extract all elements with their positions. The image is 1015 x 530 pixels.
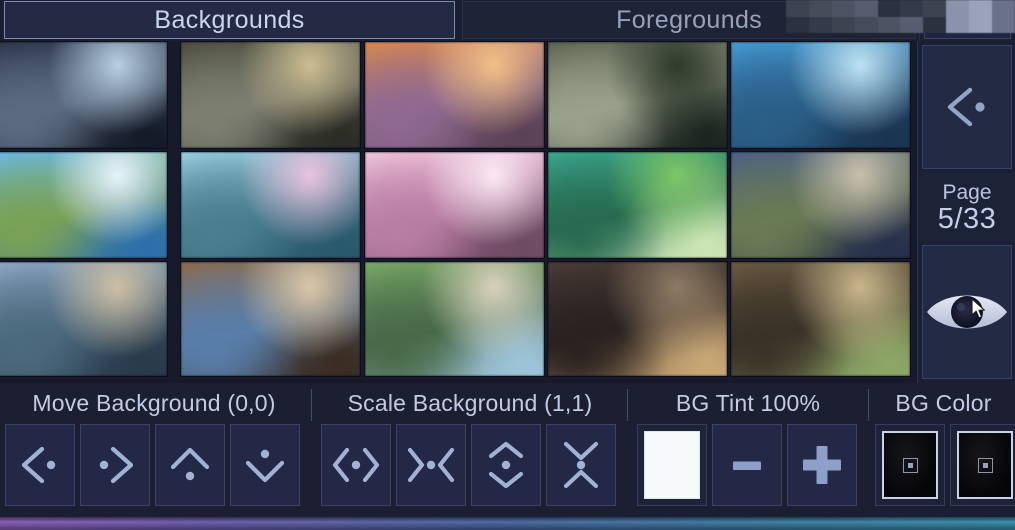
tab-foregrounds[interactable]: Foregrounds: [462, 1, 917, 39]
background-thumbnail[interactable]: [730, 261, 911, 377]
thumbnail-image: [0, 152, 167, 258]
toolbar-divider-3: [868, 389, 869, 421]
expand-vertical-icon: [488, 441, 524, 489]
background-controls-toolbar: Move Background (0,0) Scale Background (…: [0, 383, 1015, 517]
tab-backgrounds[interactable]: Backgrounds: [4, 1, 456, 39]
move-background-down-button[interactable]: [230, 424, 300, 506]
thumbnail-image: [181, 42, 360, 148]
thumbnail-image: [365, 42, 544, 148]
background-thumbnail[interactable]: [180, 151, 361, 259]
bg-color-title: BG Color: [895, 390, 992, 416]
background-thumbnail[interactable]: [730, 41, 911, 149]
bg-tint-increase-button[interactable]: [787, 424, 857, 506]
swatch-marker-icon: [977, 457, 993, 473]
scale-height-decrease-button[interactable]: [546, 424, 616, 506]
background-thumbnail[interactable]: [364, 41, 545, 149]
background-thumbnail[interactable]: [364, 151, 545, 259]
chevron-left-dot-icon: [947, 87, 985, 127]
background-thumbnail[interactable]: [364, 261, 545, 377]
thumbnail-image: [731, 262, 910, 376]
tab-foregrounds-label: Foregrounds: [616, 5, 763, 34]
backgrounds-picker-screen: Backgrounds Foregrounds Page 5/33 Move B…: [0, 0, 1015, 530]
tab-bar: Backgrounds Foregrounds: [0, 0, 1015, 41]
scale-background-buttons: [321, 424, 621, 506]
background-thumbnail[interactable]: [180, 41, 361, 149]
background-thumbnail[interactable]: [547, 151, 728, 259]
contract-vertical-icon: [563, 441, 599, 489]
thumbnail-image: [181, 152, 360, 258]
background-thumbnail[interactable]: [730, 151, 911, 259]
thumbnail-image: [0, 42, 167, 148]
move-background-left-button[interactable]: [5, 424, 75, 506]
preview-toggle-button[interactable]: [922, 245, 1012, 379]
scale-background-title: Scale Background (1,1): [347, 390, 593, 416]
bg-tint-buttons: [637, 424, 862, 506]
move-background-title: Move Background (0,0): [32, 390, 276, 416]
chevron-up-dot-icon: [170, 447, 210, 481]
expand-horizontal-icon: [332, 447, 380, 483]
chevron-right-dot-icon: [99, 446, 134, 484]
thumbnail-image: [181, 262, 360, 376]
thumbnail-image: [0, 262, 167, 376]
background-thumbnail[interactable]: [0, 151, 168, 259]
background-thumbnail[interactable]: [547, 41, 728, 149]
bg-tint-title: BG Tint 100%: [675, 390, 821, 416]
toolbar-divider-1: [311, 389, 312, 421]
bg-tint-decrease-button[interactable]: [712, 424, 782, 506]
scale-height-increase-button[interactable]: [471, 424, 541, 506]
move-background-right-button[interactable]: [80, 424, 150, 506]
thumbnail-image: [548, 262, 727, 376]
background-thumbnail[interactable]: [547, 261, 728, 377]
section-bg-color: BG Color: [872, 383, 1015, 517]
tab-bar-right-panel: [919, 0, 1015, 41]
tab-bar-right-inner: [924, 24, 1011, 39]
tab-backgrounds-label: Backgrounds: [154, 5, 305, 34]
background-thumbnail[interactable]: [180, 261, 361, 377]
eye-icon: [927, 295, 1007, 329]
page-indicator-value: 5/33: [937, 202, 997, 235]
dark-swatch: [957, 431, 1013, 499]
toolbar-divider-2: [627, 389, 628, 421]
thumbnail-image: [731, 42, 910, 148]
chevron-down-dot-icon: [245, 449, 285, 483]
bg-color-swatch-2-button[interactable]: [950, 424, 1015, 506]
section-move-background: Move Background (0,0): [0, 383, 308, 517]
thumbnail-image: [365, 262, 544, 376]
bg-tint-swatch-button[interactable]: [637, 424, 707, 506]
background-thumbnail[interactable]: [0, 41, 168, 149]
background-thumbnail[interactable]: [0, 261, 168, 377]
thumbnail-image: [365, 152, 544, 258]
bg-color-buttons: [875, 424, 1015, 506]
scale-width-decrease-button[interactable]: [396, 424, 466, 506]
bg-color-swatch-1-button[interactable]: [875, 424, 945, 506]
chevron-left-dot-icon: [21, 446, 56, 484]
thumbnail-image: [731, 152, 910, 258]
dark-swatch: [882, 431, 938, 499]
page-indicator: Page 5/33: [918, 173, 1015, 241]
plus-icon: [803, 446, 841, 484]
minus-icon: [733, 461, 761, 470]
thumbnail-image: [548, 42, 727, 148]
move-background-buttons: [5, 424, 305, 506]
page-indicator-label: Page: [942, 180, 992, 204]
swatch-marker-icon: [902, 457, 918, 473]
section-bg-tint: BG Tint 100%: [632, 383, 864, 517]
contract-horizontal-icon: [407, 447, 455, 483]
scale-width-increase-button[interactable]: [321, 424, 391, 506]
white-swatch: [644, 431, 700, 499]
gallery-sidebar: Page 5/33: [917, 41, 1015, 383]
move-background-up-button[interactable]: [155, 424, 225, 506]
background-thumbnail-grid[interactable]: [0, 41, 917, 383]
bottom-accent-gradient-bar: [0, 517, 1015, 530]
previous-page-button[interactable]: [922, 45, 1012, 169]
section-scale-background: Scale Background (1,1): [316, 383, 624, 517]
thumbnail-image: [548, 152, 727, 258]
